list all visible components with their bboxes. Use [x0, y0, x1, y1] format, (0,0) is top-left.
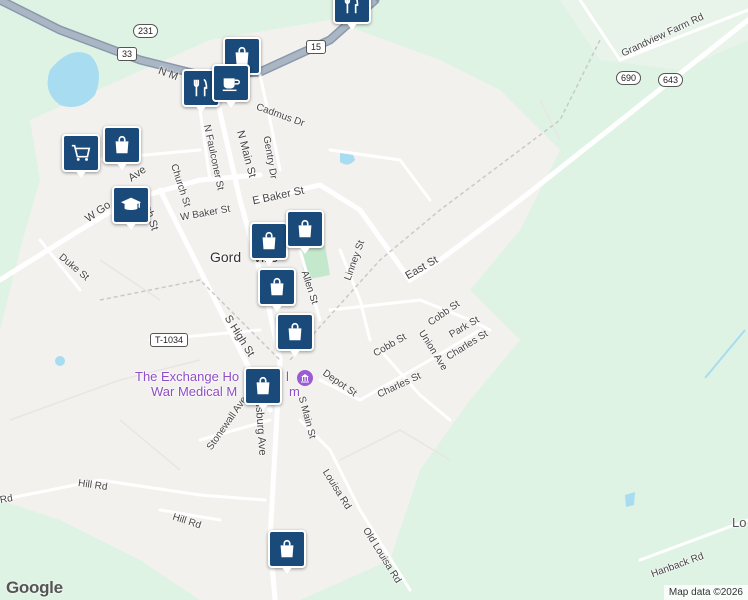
route-shield-690: 690	[616, 71, 642, 85]
map-pin-coffee[interactable]	[212, 64, 250, 108]
map-footer: Map data ©2026	[663, 585, 748, 600]
restaurant-icon	[193, 78, 208, 97]
area-label-edge: Lo	[732, 515, 747, 530]
map-pin-shopping-bag-8[interactable]	[268, 530, 306, 574]
route-shield-231: 231	[133, 24, 159, 38]
map-pin-shopping-bag-6[interactable]	[276, 313, 314, 357]
map-pin-school[interactable]	[112, 186, 150, 230]
map-pin-shopping-bag-7[interactable]	[244, 367, 282, 411]
town-label-prefix: Gord	[210, 249, 242, 265]
shopping-cart-icon	[71, 144, 91, 161]
shopping-bag-icon	[298, 219, 312, 238]
museum-label-line1[interactable]: The Exchange Ho	[135, 369, 239, 384]
shopping-bag-icon	[262, 231, 276, 250]
shopping-bag-icon	[256, 376, 270, 395]
shopping-bag-icon	[280, 539, 294, 558]
restaurant-icon	[344, 0, 359, 14]
museum-icon[interactable]	[297, 370, 313, 386]
map-pin-shopping-bag-2[interactable]	[103, 126, 141, 170]
road-label-rd-edge: Rd	[0, 492, 14, 507]
school-icon	[120, 197, 142, 211]
museum-label-line2[interactable]: War Medical M	[151, 384, 237, 399]
map-pin-shopping-bag-5[interactable]	[258, 268, 296, 312]
map-pin-shopping-bag-3[interactable]	[250, 222, 288, 266]
shopping-bag-icon	[115, 135, 129, 154]
map-pin-restaurant-2[interactable]	[333, 0, 371, 30]
coffee-icon	[222, 78, 240, 92]
map-data-attribution[interactable]: Map data ©2026	[669, 587, 743, 598]
route-shield-643: 643	[658, 73, 684, 87]
shopping-bag-icon	[270, 277, 284, 296]
route-shield-15: 15	[306, 40, 327, 54]
route-shield-t-1034: T-1034	[150, 333, 189, 347]
map-pin-shopping-cart[interactable]	[62, 134, 100, 178]
map-base	[0, 0, 748, 600]
map-canvas[interactable]: N Main St E Baker St W Baker St Church S…	[0, 0, 748, 600]
map-pin-shopping-bag-4[interactable]	[286, 210, 324, 254]
google-logo[interactable]: Google	[6, 578, 63, 598]
route-shield-33: 33	[117, 47, 138, 61]
shopping-bag-icon	[288, 322, 302, 341]
museum-building-icon	[301, 374, 309, 383]
museum-label-line1-end[interactable]: l	[286, 369, 289, 384]
museum-label-line2-end[interactable]: m	[289, 384, 300, 399]
